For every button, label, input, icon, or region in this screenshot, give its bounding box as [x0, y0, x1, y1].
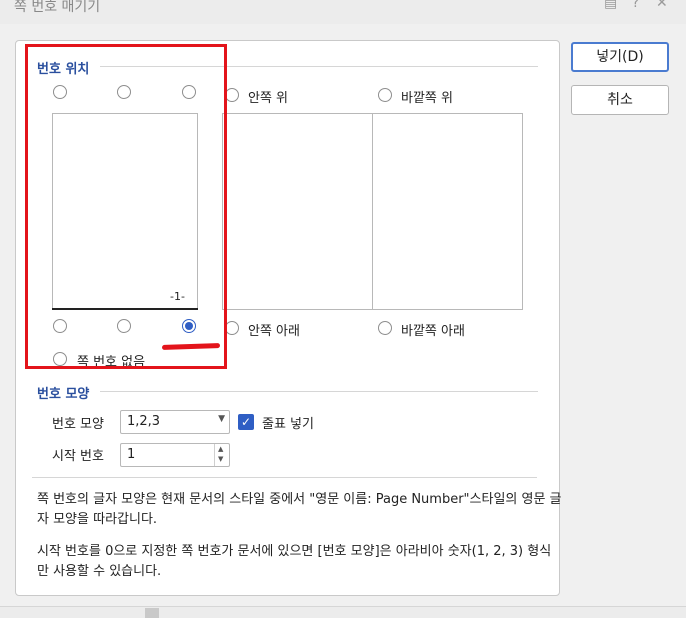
comment-icon[interactable]: ▤	[604, 0, 617, 11]
dash-checkbox[interactable]: ✓	[238, 414, 254, 430]
description-start-note: 시작 번호를 0으로 지정한 쪽 번호가 문서에 있으면 [번호 모양]은 아라…	[37, 544, 552, 579]
start-number-value: 1	[127, 447, 136, 462]
outer-top-label: 바깥쪽 위	[401, 91, 453, 106]
spin-up-icon[interactable]: ▲	[218, 445, 223, 453]
insert-button[interactable]: 넣기(D)	[571, 42, 669, 72]
radio-inner-top[interactable]	[225, 88, 239, 102]
title-bar: 쪽 번호 매기기 ▤ ? ✕	[0, 0, 686, 24]
shape-section-divider	[100, 391, 538, 392]
inner-top-label: 안쪽 위	[248, 91, 289, 106]
spinner-buttons: ▲ ▼	[214, 444, 229, 466]
description-divider	[32, 477, 537, 478]
preview-page-right	[372, 113, 523, 310]
shape-section-title: 번호 모양	[37, 387, 90, 402]
start-number-label: 시작 번호	[52, 449, 104, 464]
status-bar	[0, 606, 686, 618]
format-select-value: 1,2,3	[127, 414, 161, 429]
spin-down-icon[interactable]: ▼	[218, 455, 223, 463]
window-title: 쪽 번호 매기기	[14, 0, 101, 15]
highlight-box	[25, 44, 227, 369]
start-number-spinner[interactable]: 1 ▲ ▼	[120, 443, 230, 467]
radio-outer-bottom[interactable]	[378, 321, 392, 335]
cancel-button[interactable]: 취소	[571, 85, 669, 115]
format-select[interactable]: 1,2,3 ▼	[120, 410, 230, 434]
chevron-down-icon: ▼	[218, 414, 225, 424]
description-font-note: 쪽 번호의 글자 모양은 현재 문서의 스타일 중에서 "영문 이름: Page…	[37, 492, 562, 527]
close-icon[interactable]: ✕	[656, 0, 668, 11]
format-label: 번호 모양	[52, 417, 104, 432]
help-icon[interactable]: ?	[632, 0, 639, 11]
inner-bottom-label: 안쪽 아래	[248, 324, 300, 339]
dash-checkbox-label: 줄표 넣기	[262, 417, 314, 432]
outer-bottom-label: 바깥쪽 아래	[401, 324, 465, 339]
radio-outer-top[interactable]	[378, 88, 392, 102]
radio-inner-bottom[interactable]	[225, 321, 239, 335]
preview-page-left	[222, 113, 373, 310]
